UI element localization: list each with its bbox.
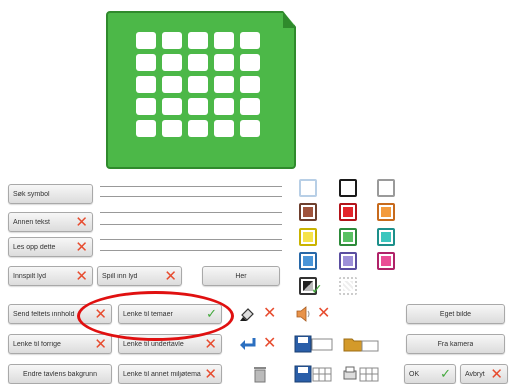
change-background-button[interactable]: Endre tavlens bakgrunn bbox=[8, 364, 112, 384]
paint-bucket-icon bbox=[240, 308, 254, 321]
from-camera-button[interactable]: Fra kamera bbox=[406, 334, 505, 354]
return-arrow-icon bbox=[240, 338, 256, 350]
swatch-red[interactable] bbox=[339, 203, 357, 221]
delete-trash-button[interactable] bbox=[240, 364, 280, 384]
swatch-transparent[interactable] bbox=[339, 277, 357, 295]
delete-icon[interactable]: ✕ bbox=[75, 239, 88, 255]
delete-icon[interactable]: ✕ bbox=[75, 268, 88, 284]
recorded-sound-label: Innspilt lyd bbox=[13, 272, 47, 280]
print-grid-icon bbox=[343, 366, 379, 382]
here-button[interactable]: Her bbox=[202, 266, 280, 286]
other-text-field-bottom bbox=[100, 224, 282, 225]
change-background-label: Endre tavlens bakgrunn bbox=[23, 370, 97, 378]
read-aloud-field[interactable] bbox=[100, 239, 282, 240]
read-aloud-button[interactable]: Les opp dette ✕ bbox=[8, 237, 93, 257]
swatch-yellow[interactable] bbox=[299, 228, 317, 246]
cancel-button[interactable]: Avbryt ✕ bbox=[460, 364, 508, 384]
swatch-gray[interactable] bbox=[377, 179, 395, 197]
symbol-grid-icon bbox=[136, 32, 264, 144]
delete-icon[interactable]: ✕ bbox=[204, 366, 217, 382]
floppy-icon bbox=[294, 335, 333, 353]
swatch-teal[interactable] bbox=[377, 228, 395, 246]
link-to-other-environment-button[interactable]: Lenke til annet miljøtema ✕ bbox=[118, 364, 222, 384]
paint-fill-button[interactable] bbox=[236, 304, 260, 324]
search-symbol-field-bottom bbox=[100, 196, 282, 197]
speaker-icon bbox=[296, 306, 310, 322]
swatch-light-blue[interactable] bbox=[299, 179, 317, 197]
check-icon: ✓ bbox=[440, 366, 451, 382]
delete-icon[interactable]: ✕ bbox=[263, 305, 276, 321]
swatch-green[interactable] bbox=[339, 228, 357, 246]
delete-icon[interactable]: ✕ bbox=[204, 336, 217, 352]
save-button[interactable] bbox=[293, 334, 335, 354]
ok-label: OK bbox=[409, 370, 420, 378]
highlight-ellipse bbox=[77, 291, 234, 341]
print-grid-button[interactable] bbox=[340, 364, 382, 384]
link-to-subboard-label: Lenke til undertavle bbox=[123, 340, 184, 348]
swatch-purple[interactable] bbox=[339, 252, 357, 270]
search-symbol-label: Søk symbol bbox=[13, 190, 50, 198]
preview-corner-fold bbox=[283, 11, 296, 28]
search-symbol-field[interactable] bbox=[100, 186, 282, 187]
delete-icon[interactable]: ✕ bbox=[75, 214, 88, 230]
cancel-icon: ✕ bbox=[490, 364, 503, 383]
other-text-button[interactable]: Annen tekst ✕ bbox=[8, 212, 93, 232]
delete-icon[interactable]: ✕ bbox=[263, 335, 276, 351]
delete-icon[interactable]: ✕ bbox=[94, 336, 107, 352]
link-to-other-environment-label: Lenke til annet miljøtema bbox=[123, 370, 201, 378]
sound-button[interactable] bbox=[293, 304, 315, 324]
play-sound-button[interactable]: Spill inn lyd ✕ bbox=[97, 266, 182, 286]
here-label: Her bbox=[235, 272, 247, 280]
cancel-label: Avbryt bbox=[465, 370, 485, 378]
delete-icon[interactable]: ✕ bbox=[317, 305, 330, 321]
from-camera-label: Fra kamera bbox=[437, 340, 474, 348]
other-text-label: Annen tekst bbox=[13, 218, 50, 226]
play-sound-label: Spill inn lyd bbox=[102, 272, 138, 280]
selected-check-icon: ✓ bbox=[311, 282, 323, 298]
ok-button[interactable]: OK ✓ bbox=[404, 364, 456, 384]
save-grid-button[interactable] bbox=[293, 364, 335, 384]
link-to-previous-button[interactable]: Lenke til forrige ✕ bbox=[8, 334, 112, 354]
return-link-button[interactable] bbox=[236, 334, 260, 354]
swatch-pink[interactable] bbox=[377, 252, 395, 270]
own-image-button[interactable]: Eget bilde bbox=[406, 304, 505, 324]
recorded-sound-button[interactable]: Innspilt lyd ✕ bbox=[8, 266, 93, 286]
save-grid-icon bbox=[294, 365, 332, 383]
swatch-blue[interactable] bbox=[299, 252, 317, 270]
trash-icon bbox=[254, 367, 266, 383]
folder-icon bbox=[343, 338, 379, 352]
search-symbol-button[interactable]: Søk symbol bbox=[8, 184, 93, 204]
delete-icon[interactable]: ✕ bbox=[164, 268, 177, 284]
open-folder-button[interactable] bbox=[340, 334, 382, 354]
other-text-field[interactable] bbox=[100, 212, 282, 213]
link-to-previous-label: Lenke til forrige bbox=[13, 340, 61, 348]
swatch-brown[interactable] bbox=[299, 203, 317, 221]
read-aloud-label: Les opp dette bbox=[13, 243, 56, 251]
swatch-black[interactable] bbox=[339, 179, 357, 197]
swatch-orange[interactable] bbox=[377, 203, 395, 221]
read-aloud-field-bottom bbox=[100, 250, 282, 251]
own-image-label: Eget bilde bbox=[439, 310, 472, 318]
